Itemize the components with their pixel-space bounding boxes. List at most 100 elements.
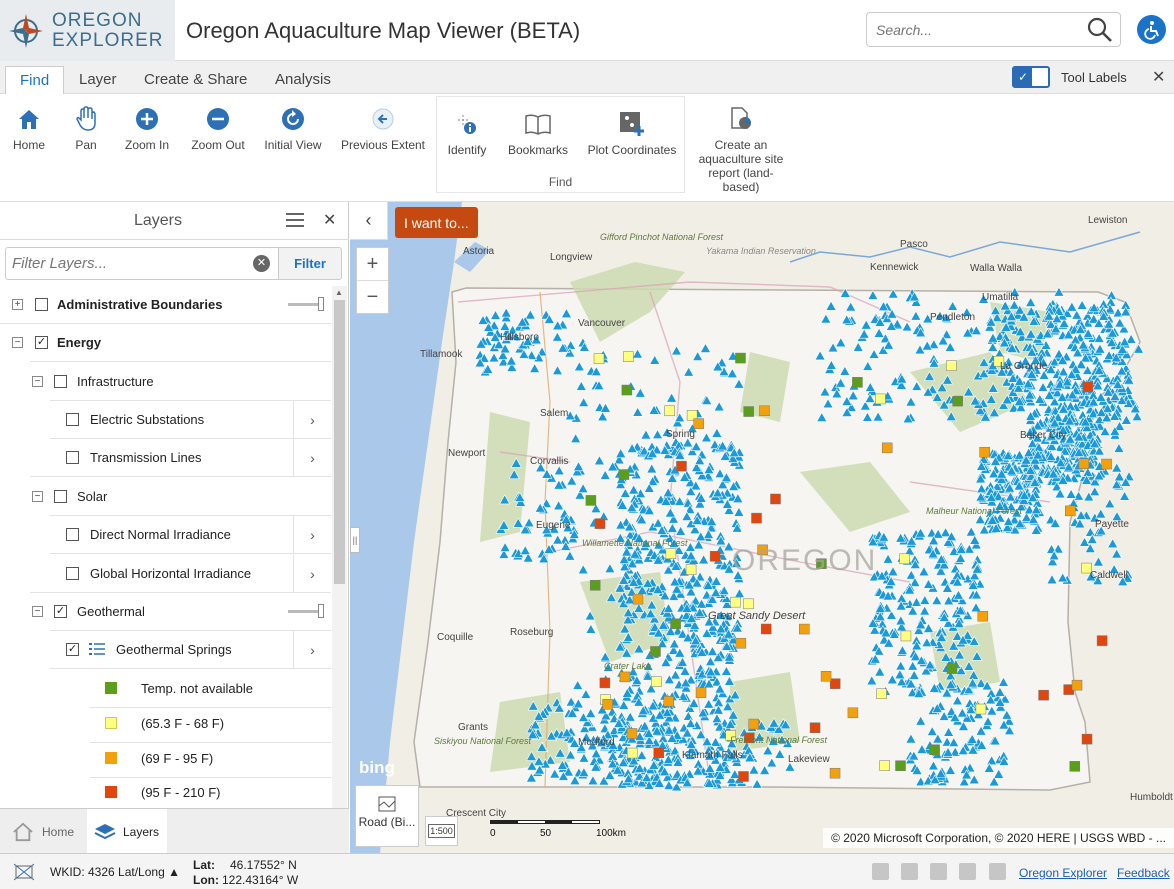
basemap-switcher[interactable]: Road (Bi... [355,785,419,847]
checkbox[interactable] [54,490,67,503]
collapse-icon[interactable]: − [32,491,43,502]
temperature-marker[interactable] [695,687,707,698]
chevron-right-icon[interactable]: › [293,401,331,438]
chevron-right-icon[interactable]: › [293,631,331,668]
tab-analysis[interactable]: Analysis [261,66,345,94]
map-zoom-in-button[interactable]: + [357,248,388,281]
checkbox-checked[interactable]: ✓ [35,336,48,349]
temperature-marker[interactable] [665,548,677,559]
temperature-marker[interactable] [618,469,630,480]
checkbox[interactable] [66,567,79,580]
checkbox-checked[interactable]: ✓ [66,643,79,656]
search-button[interactable] [1086,16,1114,44]
temperature-marker[interactable] [621,384,633,396]
layers-menu-icon[interactable] [286,213,304,230]
bottom-tab-layers[interactable]: Layers [87,809,167,854]
temperature-marker[interactable] [895,760,906,771]
temperature-marker[interactable] [743,406,754,417]
opacity-slider[interactable] [288,604,324,618]
temperature-marker[interactable] [829,767,841,779]
temperature-marker[interactable] [632,593,644,605]
temperature-marker[interactable] [709,551,721,562]
temperature-marker[interactable] [852,377,863,388]
temperature-marker[interactable] [623,351,634,362]
temperature-marker[interactable] [653,747,664,759]
temperature-marker[interactable] [900,630,912,642]
temperature-marker[interactable] [748,718,759,730]
layer-row-geothermal[interactable]: − ✓ Geothermal [0,593,331,631]
checkbox[interactable] [66,528,79,541]
oregon-explorer-logo[interactable]: OREGON EXPLORER [0,0,175,61]
initial-view-button[interactable]: Initial View [261,104,325,152]
temperature-marker[interactable] [676,460,687,472]
temperature-marker[interactable] [1071,679,1083,691]
search-input[interactable] [867,13,1077,46]
temperature-marker[interactable] [829,678,841,689]
temperature-marker[interactable] [760,623,772,635]
create-report-button[interactable]: Create an aquaculture site report (land-… [694,104,788,194]
plot-coordinates-button[interactable]: Plot Coordinates [583,109,681,157]
temperature-marker[interactable] [979,446,990,458]
chevron-right-icon[interactable]: › [293,555,331,592]
checkbox[interactable] [54,375,67,388]
wkid-selector[interactable]: WKID: 4326 Lat/Long ▲ [50,865,180,879]
temperature-marker[interactable] [946,663,958,674]
temperature-marker[interactable] [685,564,697,575]
accessibility-button[interactable] [1137,15,1166,44]
temperature-marker[interactable] [626,747,638,759]
temperature-marker[interactable] [1078,458,1090,469]
checkbox-checked[interactable]: ✓ [54,605,67,618]
bookmarks-button[interactable]: Bookmarks [503,109,573,157]
temperature-marker[interactable] [585,495,597,506]
collapse-icon[interactable]: − [32,606,43,617]
temperature-marker[interactable] [977,610,989,622]
filter-button[interactable]: Filter [278,247,342,280]
temperature-marker[interactable] [1065,505,1076,517]
identify-button[interactable]: Identify [443,109,491,157]
temperature-marker[interactable] [975,703,987,715]
temperature-marker[interactable] [881,442,893,454]
temperature-marker[interactable] [952,395,963,407]
temperature-marker[interactable] [799,623,810,635]
filter-layers-input[interactable] [5,247,279,280]
feedback-link[interactable]: Feedback [1117,866,1170,880]
temperature-marker[interactable] [651,676,662,687]
tool-labels-toggle[interactable]: ✓ [1012,66,1050,88]
temperature-marker[interactable] [602,699,613,710]
tab-create-share[interactable]: Create & Share [130,66,261,94]
map-view[interactable]: Astoria Longview Vancouver Hillsboro Til… [350,202,1174,853]
chevron-right-icon[interactable]: › [293,439,331,476]
home-button[interactable]: Home [6,104,52,152]
chevron-right-icon[interactable]: › [293,516,331,553]
temperature-marker[interactable] [664,405,675,417]
temperature-marker[interactable] [929,744,940,755]
checkbox[interactable] [66,451,79,464]
scale-button[interactable]: 1:500 [425,816,458,846]
twitter-icon[interactable] [872,863,889,880]
temperature-marker[interactable] [751,512,762,524]
linkedin-icon[interactable] [930,863,947,880]
temperature-marker[interactable] [589,580,601,591]
layer-row-geothermal-springs[interactable]: ✓ Geothermal Springs › [0,631,331,669]
layer-row-direct-normal-irradiance[interactable]: Direct Normal Irradiance › [0,516,331,554]
email-icon[interactable] [989,863,1006,880]
collapse-panel-button[interactable]: ‹ [350,202,388,240]
temperature-marker[interactable] [738,771,749,782]
opacity-slider[interactable] [288,297,324,311]
temperature-marker[interactable] [743,598,754,610]
temperature-marker[interactable] [693,418,704,429]
layer-row-infrastructure[interactable]: − Infrastructure [0,363,331,401]
coordinate-system-icon[interactable] [12,862,36,882]
temperature-marker[interactable] [879,760,890,771]
clear-filter-icon[interactable]: ✕ [253,255,270,272]
bottom-tab-home[interactable]: Home [0,809,86,854]
temperature-marker[interactable] [1038,689,1049,701]
temperature-marker[interactable] [1082,381,1094,393]
collapse-icon[interactable]: − [12,337,23,348]
temperature-marker[interactable] [619,671,631,683]
temperature-marker[interactable] [946,360,957,371]
temperature-marker[interactable] [670,618,681,630]
google-plus-icon[interactable] [959,863,976,880]
temperature-marker[interactable] [593,353,605,364]
expand-icon[interactable]: + [12,299,23,310]
